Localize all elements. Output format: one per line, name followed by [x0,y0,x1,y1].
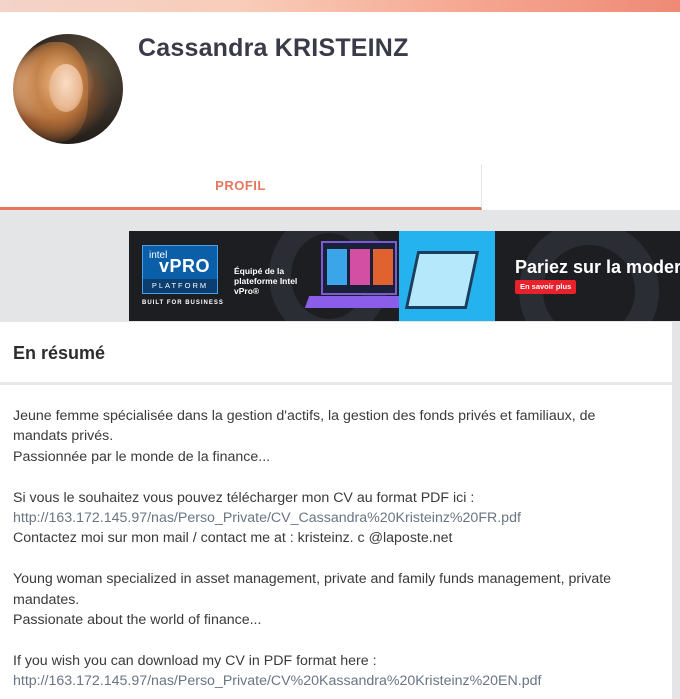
avatar[interactable] [13,34,123,144]
resume-fr-cv-text: Si vous le souhaitez vous pouvez télécha… [13,489,475,506]
tablet-illustration [404,251,480,309]
resume-title: En résumé [13,343,106,363]
ad-banner[interactable]: intel vPRO PLATFORM BUILT FOR BUSINESS É… [129,231,680,321]
tab-profil[interactable]: PROFIL [0,164,482,210]
ad-cta-button[interactable]: En savoir plus [515,280,577,294]
resume-fr-line1: Jeune femme spécialisée dans la gestion … [13,408,596,445]
profile-name: Cassandra KRISTEINZ [138,34,409,62]
en-cv-link[interactable]: http://163.172.145.97/nas/Perso_Private/… [13,673,541,689]
fr-cv-link[interactable]: http://163.172.145.97/nas/Perso_Private/… [13,510,521,526]
intel-vpro-logo: intel vPRO PLATFORM [142,245,218,294]
resume-body: Jeune femme spécialisée dans la gestion … [13,406,653,692]
resume-en-line2: Passionate about the world of finance... [13,612,262,629]
resume-en-line1: Young woman specialized in asset managem… [13,571,612,608]
profile-tabs: PROFIL [0,164,680,211]
resume-en-cv: If you wish you can download my CV in PD… [13,651,653,692]
ad-built-for-business: BUILT FOR BUSINESS [142,300,224,306]
ad-equipe-text: Équipé de la plateforme Intel vPro® [234,266,298,296]
resume-contact: Contactez moi sur mon mail / contact me … [13,530,453,547]
tab-secondary[interactable] [482,164,680,210]
resume-en-cv-text: If you wish you can download my CV in PD… [13,652,377,669]
ad-logo-vpro: vPRO [159,256,211,276]
top-gradient-bar [0,0,680,12]
ad-logo-platform: PLATFORM [143,279,217,293]
profile-header: Cassandra KRISTEINZ [0,12,680,165]
resume-card: En résumé Jeune femme spécialisée dans l… [0,322,672,699]
resume-fr-cv: Si vous le souhaitez vous pouvez télécha… [13,488,653,529]
divider [0,382,672,385]
resume-fr-line2: Passionnée par le monde de la finance... [13,448,271,465]
laptop-illustration [321,241,397,295]
ad-headline: Pariez sur la modernité [515,257,680,277]
avatar-face [49,64,83,112]
